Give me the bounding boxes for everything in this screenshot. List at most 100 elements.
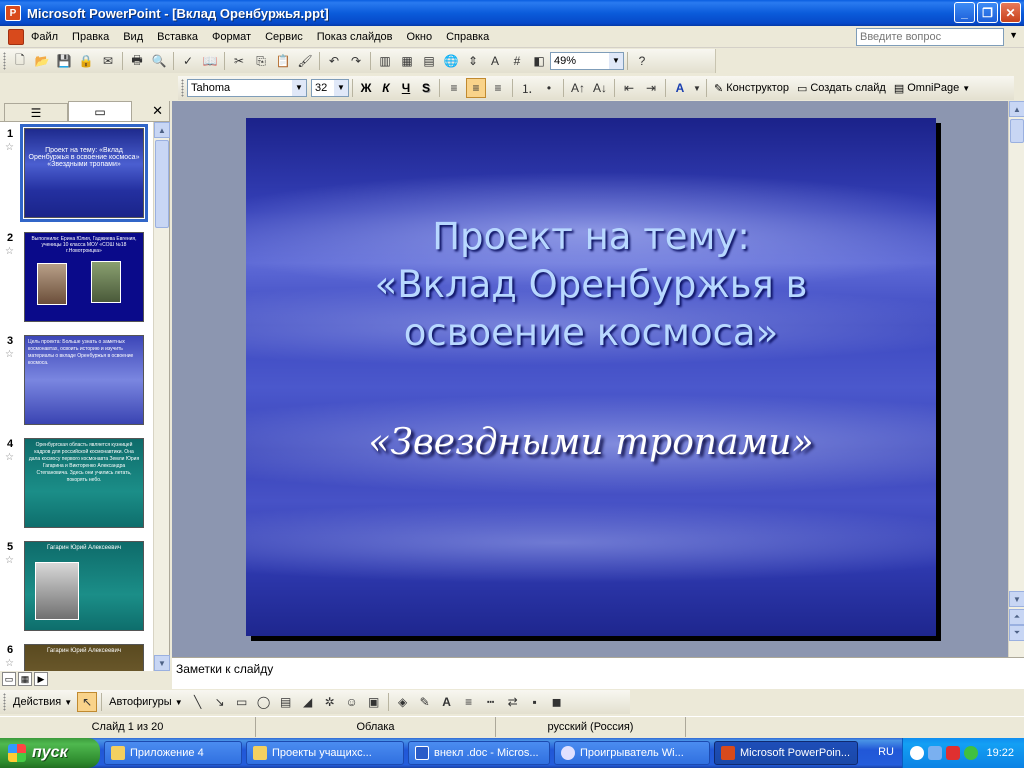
help-dropdown-icon[interactable]: ▼ <box>1009 30 1018 40</box>
research-icon[interactable]: 📖 <box>200 51 220 71</box>
cut-icon[interactable]: ✂ <box>229 51 249 71</box>
show-grid-icon[interactable]: # <box>507 51 527 71</box>
tab-slides[interactable]: ▭ <box>68 101 132 121</box>
network-icon[interactable] <box>928 746 943 760</box>
menu-tools[interactable]: Сервис <box>258 31 310 43</box>
taskbar-item-word[interactable]: внекл .doc - Micros... <box>408 741 550 765</box>
slide-title[interactable]: Проект на тему: «Вклад Оренбуржья в осво… <box>246 213 936 357</box>
taskbar-item-projects[interactable]: Проекты учащихс... <box>246 741 404 765</box>
scroll-thumb[interactable] <box>155 140 169 228</box>
antivirus-icon[interactable] <box>946 746 961 760</box>
decrease-indent-icon[interactable]: ⇤ <box>619 78 639 98</box>
menu-window[interactable]: Окно <box>400 31 440 43</box>
scroll-down-icon[interactable]: ▼ <box>1009 591 1024 607</box>
start-button[interactable]: пуск <box>0 738 100 768</box>
print-icon[interactable]: 🖶 <box>127 51 147 71</box>
line-color-icon[interactable]: ✎ <box>415 692 435 712</box>
show-formatting-icon[interactable]: A <box>485 51 505 71</box>
slideshow-view-icon[interactable]: ▶ <box>34 672 48 686</box>
powerpoint-icon[interactable]: P <box>5 5 21 21</box>
color-grayscale-icon[interactable]: ◧ <box>529 51 549 71</box>
previous-slide-icon[interactable]: ⏶ <box>1009 609 1024 625</box>
decrease-font-icon[interactable]: A↓ <box>590 78 610 98</box>
shadow-button[interactable]: S <box>416 81 436 95</box>
toolbar-grip[interactable] <box>3 693 6 711</box>
font-size-select[interactable]: 32 ▼ <box>311 79 349 97</box>
new-icon[interactable]: 🗋 <box>10 51 30 71</box>
font-color-draw-icon[interactable]: A <box>437 692 457 712</box>
size-dropdown-icon[interactable]: ▼ <box>334 80 348 96</box>
zoom-select[interactable]: 49% ▼ <box>550 52 624 70</box>
minimize-button[interactable]: _ <box>954 2 975 23</box>
close-button[interactable]: ✕ <box>1000 2 1021 23</box>
scroll-up-icon[interactable]: ▲ <box>1009 101 1024 117</box>
redo-icon[interactable]: ↷ <box>346 51 366 71</box>
menu-insert[interactable]: Вставка <box>150 31 205 43</box>
save-icon[interactable]: 💾 <box>54 51 74 71</box>
expand-all-icon[interactable]: ⇕ <box>463 51 483 71</box>
zoom-dropdown-icon[interactable]: ▼ <box>609 53 623 69</box>
diagram-icon[interactable]: ✲ <box>320 692 340 712</box>
line-icon[interactable]: ╲ <box>188 692 208 712</box>
clock[interactable]: 19:22 <box>986 747 1014 759</box>
messenger-icon[interactable] <box>964 746 979 760</box>
rectangle-icon[interactable]: ▭ <box>232 692 252 712</box>
hyperlink-icon[interactable]: 🌐 <box>441 51 461 71</box>
increase-font-icon[interactable]: A↑ <box>568 78 588 98</box>
scroll-up-icon[interactable]: ▲ <box>154 122 170 138</box>
paste-icon[interactable]: 📋 <box>273 51 293 71</box>
3d-style-icon[interactable]: ◼ <box>547 692 567 712</box>
copy-icon[interactable]: ⎘ <box>251 51 271 71</box>
spelling-icon[interactable]: ✓ <box>178 51 198 71</box>
textbox-icon[interactable]: ▤ <box>276 692 296 712</box>
restore-button[interactable]: ❐ <box>977 2 998 23</box>
taskbar-item-powerpoint[interactable]: Microsoft PowerPoin... <box>714 741 858 765</box>
align-center-icon[interactable]: ≡ <box>466 78 486 98</box>
font-color-icon[interactable]: A <box>670 78 690 98</box>
clipart-icon[interactable]: ☺ <box>342 692 362 712</box>
line-style-icon[interactable]: ≡ <box>459 692 479 712</box>
slide-scrollbar[interactable]: ▲ ▼ ⏶ ⏷ <box>1008 101 1024 657</box>
increase-indent-icon[interactable]: ⇥ <box>641 78 661 98</box>
bullets-icon[interactable]: • <box>539 78 559 98</box>
picture-icon[interactable]: ▣ <box>364 692 384 712</box>
taskbar-item-folder[interactable]: Приложение 4 <box>104 741 242 765</box>
menu-edit[interactable]: Правка <box>65 31 116 43</box>
pane-close-icon[interactable]: ✕ <box>152 103 163 119</box>
permission-icon[interactable]: 🔒 <box>76 51 96 71</box>
document-icon[interactable] <box>8 28 24 45</box>
taskbar-item-media-player[interactable]: Проигрыватель Wi... <box>554 741 710 765</box>
scroll-thumb[interactable] <box>1010 119 1024 143</box>
shadow-style-icon[interactable]: ▪ <box>525 692 545 712</box>
next-slide-icon[interactable]: ⏷ <box>1009 625 1024 641</box>
omnipage-button[interactable]: ▤ OmniPage ▼ <box>890 82 974 95</box>
oval-icon[interactable]: ◯ <box>254 692 274 712</box>
slide-subtitle[interactable]: «Звездными тропами» <box>246 422 936 463</box>
menu-view[interactable]: Вид <box>116 31 150 43</box>
menu-help[interactable]: Справка <box>439 31 496 43</box>
notes-pane[interactable]: Заметки к слайду <box>172 657 1024 689</box>
actions-menu[interactable]: Действия ▼ <box>9 696 76 708</box>
align-left-icon[interactable]: ≡ <box>444 78 464 98</box>
help-search-input[interactable]: Введите вопрос <box>856 28 1004 46</box>
autoshapes-menu[interactable]: Автофигуры ▼ <box>105 696 187 708</box>
tab-outline[interactable]: ☰ <box>4 103 68 121</box>
sorter-view-icon[interactable]: ▦ <box>18 672 32 686</box>
italic-button[interactable]: К <box>376 81 396 95</box>
font-dropdown-icon[interactable]: ▼ <box>292 80 306 96</box>
dash-style-icon[interactable]: ┅ <box>481 692 501 712</box>
bold-button[interactable]: Ж <box>356 81 376 95</box>
thumbnail-scrollbar[interactable]: ▲ ▼ <box>153 122 170 671</box>
scroll-down-icon[interactable]: ▼ <box>154 655 170 671</box>
language-indicator[interactable]: RU <box>878 746 894 758</box>
menu-slideshow[interactable]: Показ слайдов <box>310 31 400 43</box>
toolbar-grip[interactable] <box>181 79 184 97</box>
tables-borders-icon[interactable]: ▤ <box>419 51 439 71</box>
arrow-style-icon[interactable]: ⇄ <box>503 692 523 712</box>
arrow-icon[interactable]: ↘ <box>210 692 230 712</box>
help-icon[interactable]: ? <box>632 51 652 71</box>
normal-view-icon[interactable]: ▭ <box>2 672 16 686</box>
open-icon[interactable]: 📂 <box>32 51 52 71</box>
insert-table-icon[interactable]: ▦ <box>397 51 417 71</box>
undo-icon[interactable]: ↶ <box>324 51 344 71</box>
